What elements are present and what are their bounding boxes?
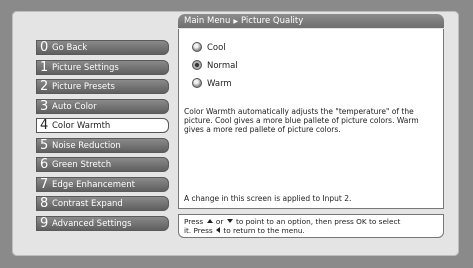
content-panel: Cool Normal Warm Color Warmth automatica… <box>178 29 444 209</box>
menu-item-advanced-settings[interactable]: 9 Advanced Settings <box>36 215 169 231</box>
triangle-right-icon: ▶ <box>233 18 238 25</box>
menu-item-contrast-expand[interactable]: 8 Contrast Expand <box>36 196 169 211</box>
help-bar: Press or to point to an option, then pre… <box>178 214 444 238</box>
help-line-1: Press or to point to an option, then pre… <box>184 217 438 226</box>
menu-item-auto-color[interactable]: 3 Auto Color <box>36 98 169 114</box>
menu-item-label: Picture Presets <box>52 82 115 92</box>
menu-item-number: 3 <box>40 98 49 114</box>
arrow-down-icon <box>226 219 233 223</box>
menu-item-number: 6 <box>40 157 49 172</box>
help-line-2: it. Press to return to the menu. <box>184 226 438 235</box>
menu-item-number: 1 <box>40 59 49 75</box>
menu-item-label: Noise Reduction <box>52 140 121 151</box>
menu-item-color-warmth[interactable]: 4 Color Warmth <box>36 118 169 133</box>
option-label: Normal <box>207 61 238 71</box>
option-normal[interactable]: Normal <box>192 60 238 72</box>
option-label: Cool <box>207 43 226 53</box>
option-warm[interactable]: Warm <box>192 78 232 90</box>
menu-item-edge-enhancement[interactable]: 7 Edge Enhancement <box>36 176 169 192</box>
breadcrumb-current: Picture Quality <box>240 16 304 26</box>
radio-icon <box>192 42 202 52</box>
breadcrumb-root[interactable]: Main Menu <box>184 16 230 26</box>
menu-item-picture-settings[interactable]: 1 Picture Settings <box>36 59 169 75</box>
menu-item-number: 5 <box>40 137 49 153</box>
menu-item-picture-presets[interactable]: 2 Picture Presets <box>36 79 169 94</box>
arrow-left-icon <box>216 227 221 233</box>
side-menu: 0 Go Back 1 Picture Settings 2 Picture P… <box>36 40 169 235</box>
menu-item-number: 7 <box>40 176 49 192</box>
help-text: Press <box>184 217 204 226</box>
menu-item-label: Picture Settings <box>52 62 119 73</box>
radio-icon <box>192 78 202 88</box>
help-text: or <box>215 217 224 226</box>
menu-item-label: Color Warmth <box>52 121 111 131</box>
menu-item-label: Contrast Expand <box>52 199 123 209</box>
menu-item-number: 4 <box>40 118 49 133</box>
help-text: it. Press <box>184 226 213 235</box>
menu-item-label: Auto Color <box>52 101 97 112</box>
option-cool[interactable]: Cool <box>192 42 226 54</box>
menu-item-number: 0 <box>40 40 49 55</box>
radio-icon <box>192 60 202 70</box>
menu-item-noise-reduction[interactable]: 5 Noise Reduction <box>36 137 169 153</box>
help-text: to return to the menu. <box>223 226 305 235</box>
menu-item-label: Go Back <box>52 43 88 53</box>
input-note: A change in this screen is applied to In… <box>184 194 352 203</box>
description-text: Color Warmth automatically adjusts the "… <box>184 107 419 134</box>
menu-item-label: Green Stretch <box>52 160 112 170</box>
menu-item-number: 2 <box>40 79 49 94</box>
help-text: to point to an option, then press OK to … <box>236 217 401 226</box>
menu-item-number: 9 <box>40 215 49 231</box>
menu-item-label: Advanced Settings <box>52 218 132 229</box>
arrow-up-icon <box>206 219 213 223</box>
menu-item-green-stretch[interactable]: 6 Green Stretch <box>36 157 169 172</box>
menu-item-label: Edge Enhancement <box>52 179 135 190</box>
option-label: Warm <box>207 79 232 89</box>
tv-menu-screen: Main Menu ▶ Picture Quality 0 Go Back 1 Pi… <box>12 11 459 256</box>
breadcrumb: Main Menu ▶ Picture Quality <box>178 14 444 28</box>
menu-item-number: 8 <box>40 196 49 211</box>
menu-item-go-back[interactable]: 0 Go Back <box>36 40 169 55</box>
